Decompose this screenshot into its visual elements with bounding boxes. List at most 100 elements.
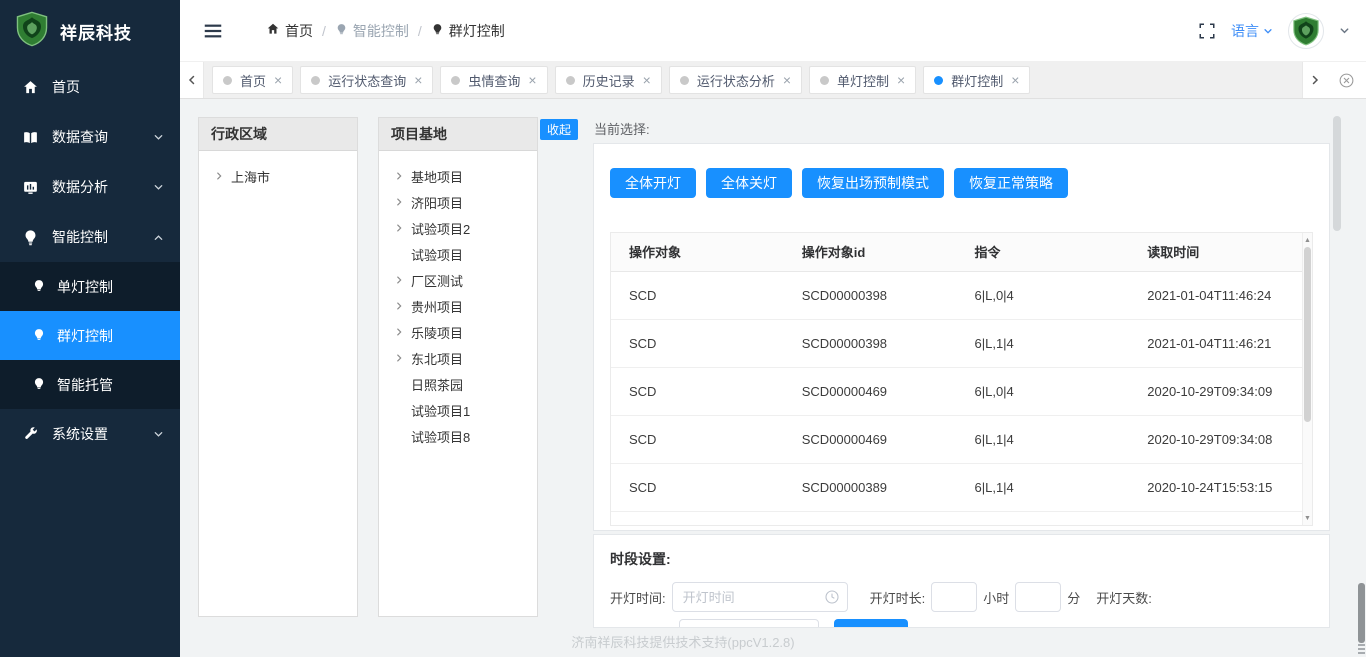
tabs-strip: 首页 × 运行状态查询 × 虫情查询× 历史记录 × 运行状态分析× 单灯控制× 群灯… [204,62,1302,98]
bulb-icon [431,23,444,39]
tab-close-icon[interactable]: × [1011,73,1019,87]
duration-hours-input[interactable] [931,582,977,612]
partial-time-input[interactable] [679,619,819,628]
time-settings-row-2 [679,619,1313,628]
tab-run-status-query[interactable]: 运行状态查询 × [300,66,433,94]
tree-item[interactable]: 乐陵项目 [379,319,537,345]
tab-label: 首页 [240,71,266,90]
fullscreen-icon[interactable] [1198,22,1216,40]
window-scrollbar[interactable] [1357,0,1366,657]
tree-item[interactable]: 日照茶园 [379,371,537,397]
tab-close-icon[interactable]: × [897,73,905,87]
tab-home[interactable]: 首页 × [212,66,293,94]
breadcrumb-label: 智能控制 [353,21,409,41]
sidebar-subitem-smart-hosting[interactable]: 智能托管 [0,360,180,409]
hamburger-menu-icon[interactable] [202,20,224,42]
tree-item[interactable]: 试验项目 [379,241,537,267]
tab-scroll-right-button[interactable] [1302,62,1326,98]
tab-scroll-left-button[interactable] [180,62,204,98]
header-actions: 语言 [1198,13,1350,49]
breadcrumb-home[interactable]: 首页 [266,21,313,41]
cell-command: 6|L,1|4 [957,415,1130,463]
sidebar-subitem-group-light-control[interactable]: 群灯控制 [0,311,180,360]
sidebar-subitem-single-light-control[interactable]: 单灯控制 [0,262,180,311]
tree-item[interactable]: 试验项目1 [379,397,537,423]
tab-group-light-control[interactable]: 群灯控制× [923,66,1030,94]
table-scrollbar-thumb[interactable] [1304,247,1311,422]
tree-item[interactable]: 东北项目 [379,345,537,371]
window-scrollbar-thumb[interactable] [1358,583,1365,643]
tree-item[interactable]: 厂区测试 [379,267,537,293]
table-row[interactable]: SCD SCD00000398 6|L,1|4 2021-01-04T11:46… [611,319,1302,367]
breadcrumb-separator: / [322,23,326,39]
tab-close-icon[interactable]: × [783,73,791,87]
all-lights-off-button[interactable]: 全体关灯 [706,168,792,198]
restore-normal-strategy-button[interactable]: 恢复正常策略 [954,168,1068,198]
tree-item-label: 日照茶园 [411,375,463,394]
table-row[interactable]: SCD SCD00000389 6|L,1|4 2020-10-24T15:53… [611,463,1302,511]
user-menu-chevron-down-icon[interactable] [1339,25,1350,36]
table-row[interactable]: SCD SCD00000398 6|L,0|4 2021-01-04T11:46… [611,271,1302,319]
tree-item[interactable]: 试验项目2 [379,215,537,241]
user-avatar[interactable] [1288,13,1324,49]
chevron-right-icon [214,171,224,181]
tree-item[interactable]: 基地项目 [379,163,537,189]
tab-label: 历史记录 [583,71,635,90]
restore-factory-preset-button[interactable]: 恢复出场预制模式 [802,168,944,198]
sidebar-item-data-query[interactable]: 数据查询 [0,112,180,162]
column-header: 指令 [957,233,1130,271]
tree-item-label: 东北项目 [411,349,463,368]
collapse-panel-button[interactable]: 收起 [540,119,578,140]
language-selector[interactable]: 语言 [1231,21,1273,41]
tab-status-dot [680,76,689,85]
header: 首页 / 智能控制 / 群灯控制 语言 [180,0,1366,62]
on-time-input[interactable] [672,582,848,612]
tree-item[interactable]: 贵州项目 [379,293,537,319]
duration-minutes-input[interactable] [1015,582,1061,612]
chevron-right-icon [394,171,404,181]
tab-close-icon[interactable]: × [643,73,651,87]
cell-target-id: SCD00000469 [784,415,957,463]
bulb-icon [32,279,47,294]
tab-close-icon[interactable]: × [528,73,536,87]
sidebar-item-home[interactable]: 首页 [0,62,180,112]
cell-target-id: SCD00000389 [784,463,957,511]
scroll-up-arrow-icon[interactable]: ▲ [1303,234,1312,246]
tab-status-dot [451,76,460,85]
tab-status-dot [223,76,232,85]
tab-history[interactable]: 历史记录 × [555,66,662,94]
tree-item[interactable]: 济阳项目 [379,189,537,215]
tab-run-status-analysis[interactable]: 运行状态分析× [669,66,802,94]
sidebar-item-smart-control[interactable]: 智能控制 [0,212,180,262]
project-tree: 基地项目 济阳项目 试验项目2 试验项目 厂区测试 贵州项目 乐陵项目 东北项目… [379,151,537,449]
scroll-down-arrow-icon[interactable]: ▼ [1303,512,1312,524]
tree-item-shanghai[interactable]: 上海市 [199,163,357,189]
tree-item-label: 试验项目1 [411,401,470,420]
tab-pest-query[interactable]: 虫情查询× [440,66,547,94]
breadcrumb-smart-control[interactable]: 智能控制 [335,21,409,41]
table-row[interactable]: SCD SCD00000469 6|L,0|4 2020-10-29T09:34… [611,367,1302,415]
content-scrollbar[interactable] [1333,112,1341,623]
partial-submit-button[interactable] [834,619,908,628]
tab-status-dot [820,76,829,85]
tab-single-light-control[interactable]: 单灯控制× [809,66,916,94]
region-panel-title: 行政区域 [199,118,357,151]
sidebar-item-data-analysis[interactable]: 数据分析 [0,162,180,212]
time-settings-panel: 时段设置: 开灯时间: 开灯时长: 小时 分 开灯天数: [593,534,1330,628]
chevron-right-icon [394,275,404,285]
cell-target-id: SCD00000398 [784,271,957,319]
content-scrollbar-thumb[interactable] [1333,116,1341,231]
smart-control-submenu: 单灯控制 群灯控制 智能托管 [0,262,180,409]
region-panel: 行政区域 上海市 [198,117,358,617]
tab-close-icon[interactable]: × [414,73,422,87]
app-logo-shield-icon [14,11,50,52]
table-scrollbar[interactable]: ▲ ▼ [1302,233,1312,525]
all-lights-on-button[interactable]: 全体开灯 [610,168,696,198]
sidebar-item-system-settings[interactable]: 系统设置 [0,409,180,459]
on-time-label: 开灯时间: [610,588,666,607]
tree-item[interactable]: 试验项目8 [379,423,537,449]
table-row[interactable]: SCD SCD00000469 6|L,1|4 2020-10-29T09:34… [611,415,1302,463]
cell-target: SCD [611,415,784,463]
tab-close-icon[interactable]: × [274,73,282,87]
tab-label: 运行状态查询 [328,71,406,90]
